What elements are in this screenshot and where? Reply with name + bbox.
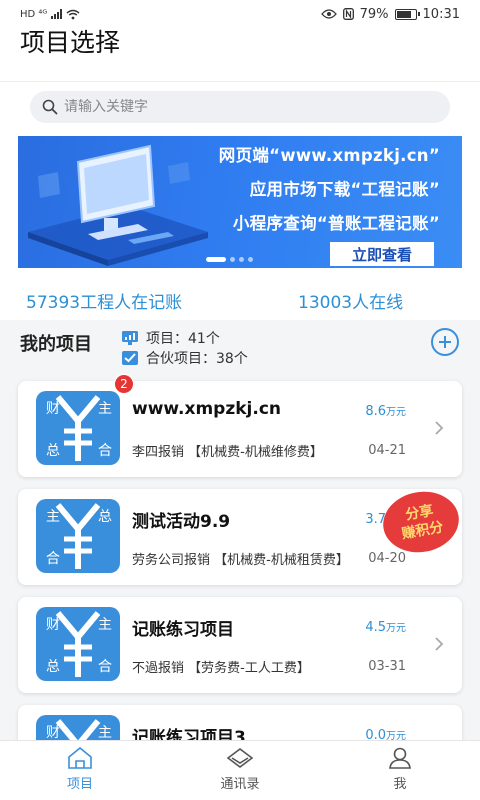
tab-projects-label: 项目 [66, 777, 93, 792]
amount-value: 8.6 [365, 404, 386, 419]
project-name: 记账练习项目 [132, 620, 234, 640]
computer-illustration [28, 144, 208, 266]
logo-char-tr: 主 [98, 401, 112, 417]
project-logo-icon: 财 主 总 合 [36, 391, 120, 465]
tab-contacts[interactable]: 通讯录 [160, 741, 320, 800]
chevron-right-icon [435, 637, 444, 651]
view-now-button[interactable]: 立即查看 [330, 242, 434, 266]
network-type: HD ⁴ᴳ [20, 8, 48, 20]
promo-banner[interactable]: 网页端“www.xmpzkj.cn” 应用市场下载“工程记账” 小程序查询“普账… [18, 136, 462, 268]
project-latest-record: 李四报销 【机械费-机械维修费】 [132, 445, 323, 460]
my-projects-header: 我的项目 项目：41个 合伙项目：38个 [0, 320, 480, 378]
project-logo-icon: 主 总 合 [36, 499, 120, 573]
amount-unit: 万元 [386, 623, 406, 634]
tab-contacts-label: 通讯录 [220, 777, 260, 792]
logo-char-bl: 总 [46, 659, 60, 675]
stats-bar: 57393工程人在记账 13003人在线 [0, 280, 480, 320]
projects-count: 项目：41个 [146, 331, 220, 347]
tab-me-label: 我 [393, 777, 407, 792]
project-card[interactable]: 财 主 总 合 2 www.xmpzkj.cn 8.6万元 李四报销 【机械费-… [18, 374, 462, 477]
users-recording-stat: 57393工程人在记账 [26, 293, 183, 313]
logo-char-br: 合 [98, 659, 112, 675]
project-logo-icon: 财 主 总 合 [36, 607, 120, 681]
search-box[interactable] [30, 91, 450, 123]
project-date: 03-31 [368, 659, 406, 674]
logo-char-tl: 主 [46, 509, 60, 525]
project-latest-record: 劳务公司报销 【机械费-机械租赁费】 [132, 553, 349, 568]
search-icon [42, 99, 58, 115]
partner-projects-count: 合伙项目：38个 [146, 351, 248, 367]
clock: 10:31 [422, 6, 460, 22]
contacts-icon [226, 748, 254, 768]
amount-unit: 万元 [386, 407, 406, 418]
plus-icon [439, 336, 451, 348]
banner-line-2: 应用市场下载“工程记账” [249, 180, 440, 199]
project-logo-icon: 财 主 总 合 [36, 715, 120, 741]
eye-icon [320, 9, 337, 19]
status-right: 79% 10:31 [320, 6, 460, 22]
project-amount: 8.6万元 [365, 403, 406, 419]
amount-value: 4.5 [365, 620, 386, 635]
logo-char-bl: 总 [46, 443, 60, 459]
bottom-tab-bar: 项目 通讯录 我 [0, 740, 480, 800]
battery-percent: 79% [359, 6, 389, 22]
banner-section: 网页端“www.xmpzkj.cn” 应用市场下载“工程记账” 小程序查询“普账… [0, 134, 480, 280]
nfc-icon [342, 8, 354, 20]
search-bar [0, 82, 480, 134]
project-amount: 4.5万元 [365, 619, 406, 635]
project-card[interactable]: 财 主 总 合 记账练习项目 4.5万元 不過报销 【劳务费-工人工费】 03-… [18, 597, 462, 693]
chevron-right-icon [435, 421, 444, 435]
project-latest-record: 不過报销 【劳务费-工人工费】 [132, 661, 310, 676]
notification-badge: 2 [114, 374, 134, 394]
banner-line-1: 网页端“www.xmpzkj.cn” [218, 146, 440, 165]
home-icon [68, 747, 92, 769]
project-card[interactable]: 财 主 总 合 记账练习项目3 0.0万元 [18, 705, 462, 741]
project-name: www.xmpzkj.cn [132, 399, 281, 419]
wifi-icon [66, 9, 80, 19]
chart-icon [122, 331, 138, 345]
battery-icon [394, 8, 420, 20]
banner-pagination [206, 257, 253, 262]
project-name: 记账练习项目3 [132, 728, 246, 741]
logo-char-tr: 主 [98, 617, 112, 633]
logo-char-bl: 合 [46, 551, 60, 567]
logo-char-tl: 财 [46, 725, 60, 741]
my-projects-title: 我的项目 [20, 334, 92, 355]
online-users-stat: 13003人在线 [298, 293, 404, 313]
project-date: 04-20 [368, 551, 406, 566]
project-counts: 项目：41个 合伙项目：38个 [122, 328, 248, 368]
page-title: 项目选择 [20, 28, 121, 57]
header: 项目选择 [0, 28, 480, 82]
add-project-button[interactable] [431, 328, 459, 356]
logo-char-br: 合 [98, 443, 112, 459]
logo-char-tr: 总 [98, 509, 112, 525]
banner-line-3: 小程序查询“普账工程记账” [232, 214, 440, 233]
checklist-icon [122, 351, 138, 365]
project-name: 测试活动9.9 [132, 512, 231, 532]
tab-me[interactable]: 我 [320, 741, 480, 800]
tab-projects[interactable]: 项目 [0, 741, 160, 800]
logo-char-tl: 财 [46, 617, 60, 633]
project-amount: 0.0万元 [365, 727, 406, 741]
logo-char-tl: 财 [46, 401, 60, 417]
project-date: 04-21 [368, 443, 406, 458]
logo-char-tr: 主 [98, 725, 112, 741]
user-icon [389, 747, 411, 769]
status-bar: HD ⁴ᴳ 79% 10:31 [0, 0, 480, 28]
status-left: HD ⁴ᴳ [20, 9, 80, 20]
search-input[interactable] [64, 99, 424, 115]
signal-icon [51, 9, 63, 19]
